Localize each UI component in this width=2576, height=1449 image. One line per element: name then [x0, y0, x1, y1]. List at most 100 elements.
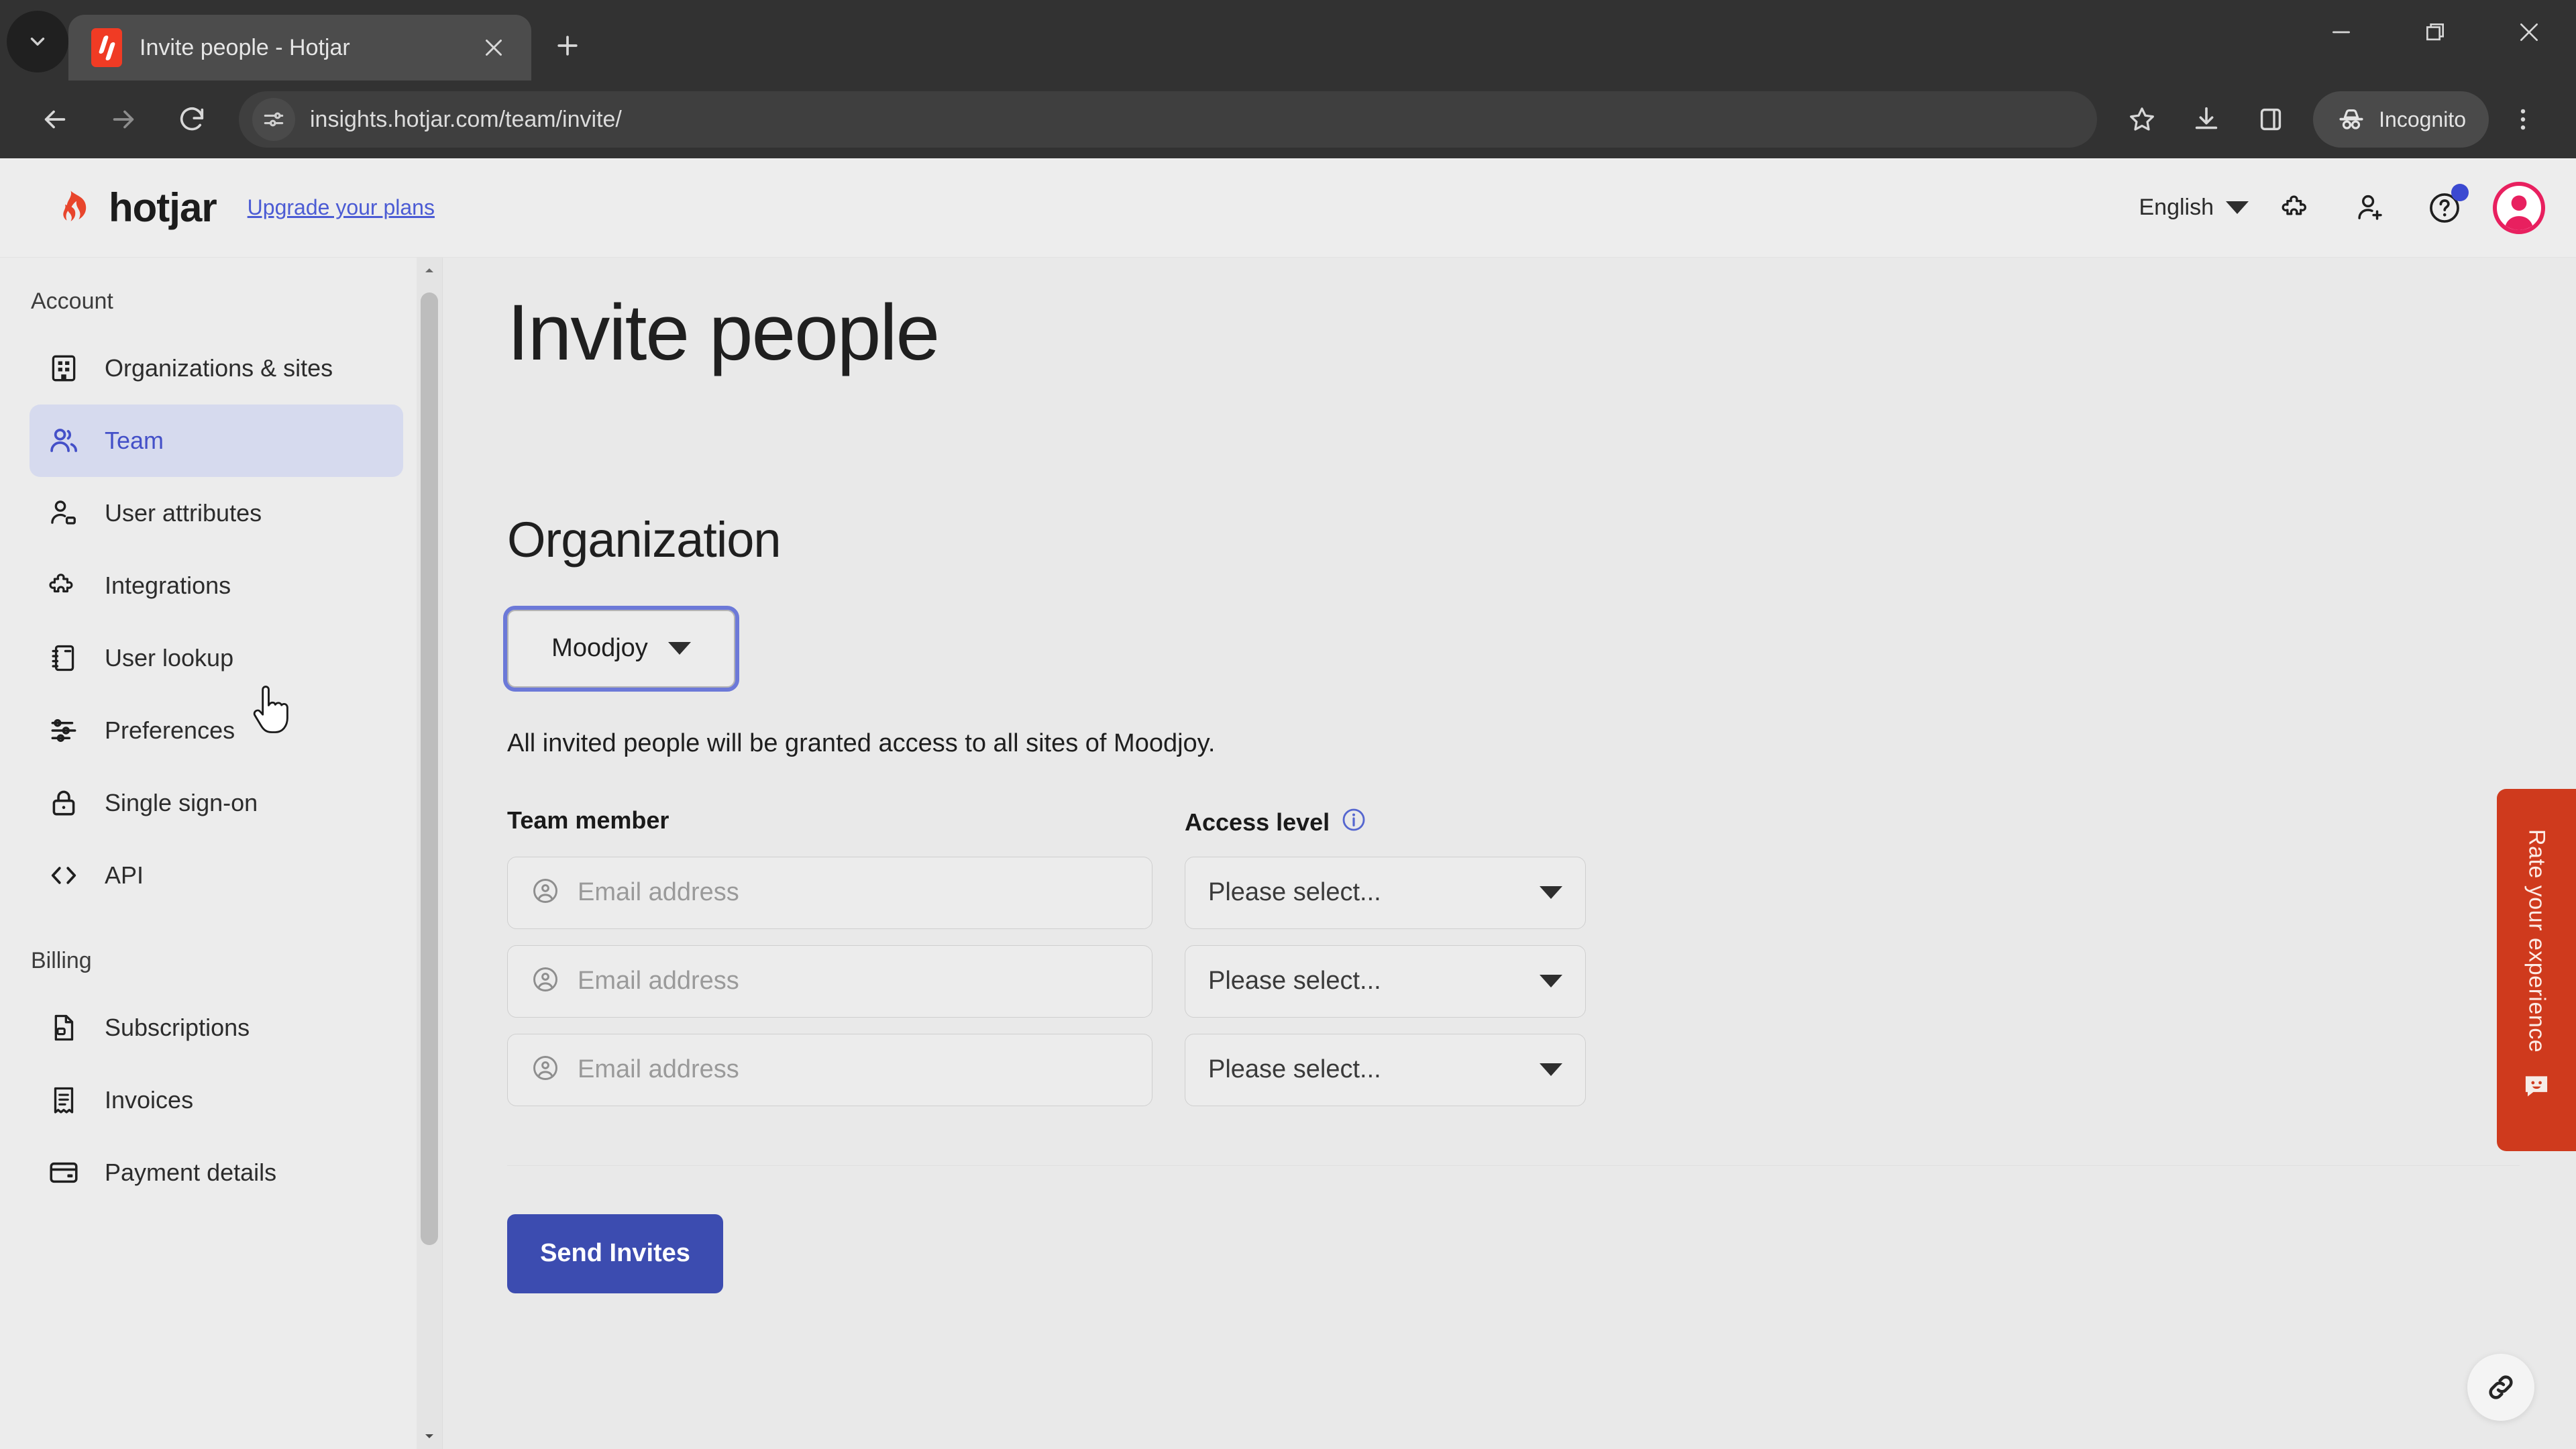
language-selector[interactable]: English: [2139, 195, 2249, 221]
sidebar-scrollbar[interactable]: [417, 258, 442, 1449]
info-icon[interactable]: [1340, 806, 1367, 839]
chevron-down-icon: [667, 642, 691, 655]
logo-text: hotjar: [109, 185, 217, 230]
address-bar[interactable]: insights.hotjar.com/team/invite/: [239, 91, 2098, 148]
scroll-up-arrow-icon[interactable]: [417, 258, 442, 283]
email-field[interactable]: Email address: [507, 856, 1152, 929]
sidebar-group-title-billing: Billing: [31, 948, 92, 973]
plus-icon: [557, 36, 578, 56]
send-invites-label: Send Invites: [540, 1239, 690, 1268]
tab-search-button[interactable]: [7, 11, 68, 72]
chevron-down-icon: [1540, 1063, 1562, 1077]
star-icon: [2130, 107, 2155, 131]
browser-toolbar: insights.hotjar.com/team/invite/ Incogni…: [0, 80, 2576, 158]
column-header-access-level-text: Access level: [1185, 808, 1330, 837]
email-field[interactable]: Email address: [507, 1033, 1152, 1106]
download-icon: [2195, 107, 2218, 129]
avatar[interactable]: [2493, 181, 2545, 234]
sidebar-item-subscriptions[interactable]: Subscriptions: [30, 991, 403, 1064]
organization-dropdown[interactable]: Moodjoy: [503, 605, 739, 692]
sidebar-item-user-attributes[interactable]: User attributes: [30, 477, 403, 549]
lock-icon: [46, 785, 82, 821]
document-lock-icon: [46, 1010, 82, 1046]
main-content: Invite people Organization Moodjoy All i…: [443, 258, 2576, 1449]
link-chain-icon: [2489, 1375, 2513, 1399]
close-window-button[interactable]: [2482, 0, 2576, 64]
sidebar-item-preferences[interactable]: Preferences: [30, 694, 403, 767]
site-settings-button[interactable]: [252, 98, 295, 141]
hotjar-logo[interactable]: hotjar: [58, 184, 217, 231]
site-settings-icon: [264, 112, 284, 127]
maximize-button[interactable]: [2388, 0, 2482, 64]
sidebar-item-single-sign-on[interactable]: Single sign-on: [30, 767, 403, 839]
browser-tab[interactable]: Invite people - Hotjar: [68, 15, 531, 80]
access-level-dropdown[interactable]: Please select...: [1185, 1033, 1586, 1106]
page-viewport: hotjar Upgrade your plans English Accoun…: [0, 158, 2576, 1449]
sidebar-item-label: Team: [105, 427, 164, 454]
header-actions: English: [2139, 181, 2545, 234]
side-panel-button[interactable]: [2241, 89, 2301, 150]
browser-menu-button[interactable]: [2493, 89, 2553, 150]
sidebar-item-label: Preferences: [105, 716, 235, 744]
back-button[interactable]: [23, 87, 87, 152]
sidebar-item-user-lookup[interactable]: User lookup: [30, 622, 403, 694]
sidebar-item-label: Payment details: [105, 1159, 277, 1186]
access-level-dropdown[interactable]: Please select...: [1185, 945, 1586, 1018]
upgrade-plans-link[interactable]: Upgrade your plans: [248, 195, 435, 220]
email-placeholder: Email address: [578, 1055, 739, 1084]
access-level-dropdown[interactable]: Please select...: [1185, 856, 1586, 929]
sidebar-scroll-area: Account Organizations & sites Team User …: [0, 258, 442, 1449]
access-level-value: Please select...: [1208, 878, 1381, 907]
user-circle-icon: [531, 876, 560, 909]
add-user-icon: [2358, 195, 2382, 220]
invite-user-button[interactable]: [2345, 182, 2396, 233]
incognito-hat-icon: [2339, 109, 2363, 129]
new-tab-button[interactable]: [542, 20, 593, 71]
smiley-feedback-icon: [2525, 1076, 2548, 1096]
reload-button[interactable]: [160, 87, 224, 152]
page-body: Account Organizations & sites Team User …: [0, 258, 2576, 1449]
email-field[interactable]: Email address: [507, 945, 1152, 1018]
side-panel-icon: [2260, 108, 2282, 131]
chevron-down-icon: [2226, 201, 2249, 214]
reload-icon: [180, 107, 204, 131]
column-header-access-level: Access level: [1185, 806, 1367, 839]
settings-sidebar: Account Organizations & sites Team User …: [0, 258, 443, 1449]
code-brackets-icon: [46, 857, 82, 894]
minimize-button[interactable]: [2294, 0, 2388, 64]
sidebar-item-payment-details[interactable]: Payment details: [30, 1136, 403, 1209]
copy-link-button[interactable]: [2467, 1354, 2534, 1421]
user-tag-icon: [46, 495, 82, 531]
notebook-icon: [46, 640, 82, 676]
puzzle-icon: [46, 568, 82, 604]
column-header-team-member: Team member: [507, 806, 669, 834]
sidebar-item-api[interactable]: API: [30, 839, 403, 912]
hotjar-favicon: [91, 28, 122, 67]
scrollbar-thumb[interactable]: [421, 292, 438, 1245]
sliders-icon: [46, 712, 82, 749]
puzzle-icon: [2282, 195, 2306, 215]
send-invites-button[interactable]: Send Invites: [507, 1214, 723, 1293]
url-text: insights.hotjar.com/team/invite/: [310, 106, 622, 132]
email-placeholder: Email address: [578, 878, 739, 907]
close-tab-button[interactable]: [475, 29, 513, 66]
sidebar-item-organizations-sites[interactable]: Organizations & sites: [30, 332, 403, 405]
bookmark-button[interactable]: [2112, 89, 2172, 150]
integrations-button[interactable]: [2271, 182, 2322, 233]
sidebar-item-label: Organizations & sites: [105, 354, 333, 382]
incognito-indicator[interactable]: Incognito: [2313, 91, 2489, 148]
forward-arrow-icon: [113, 110, 134, 129]
sidebar-item-invoices[interactable]: Invoices: [30, 1064, 403, 1136]
three-dot-menu-icon: [2520, 109, 2526, 130]
scroll-down-arrow-icon[interactable]: [417, 1424, 442, 1449]
downloads-button[interactable]: [2176, 89, 2237, 150]
invite-row: Email address Please select...: [507, 945, 2576, 1018]
close-window-icon: [2520, 23, 2538, 42]
sidebar-item-team[interactable]: Team: [30, 405, 403, 477]
sidebar-item-integrations[interactable]: Integrations: [30, 549, 403, 622]
access-level-value: Please select...: [1208, 967, 1381, 996]
forward-button[interactable]: [91, 87, 156, 152]
help-button[interactable]: [2419, 182, 2470, 233]
rate-experience-tab[interactable]: Rate your experience: [2497, 789, 2576, 1151]
invite-rows: Email address Please select... Email add…: [507, 856, 2576, 1106]
